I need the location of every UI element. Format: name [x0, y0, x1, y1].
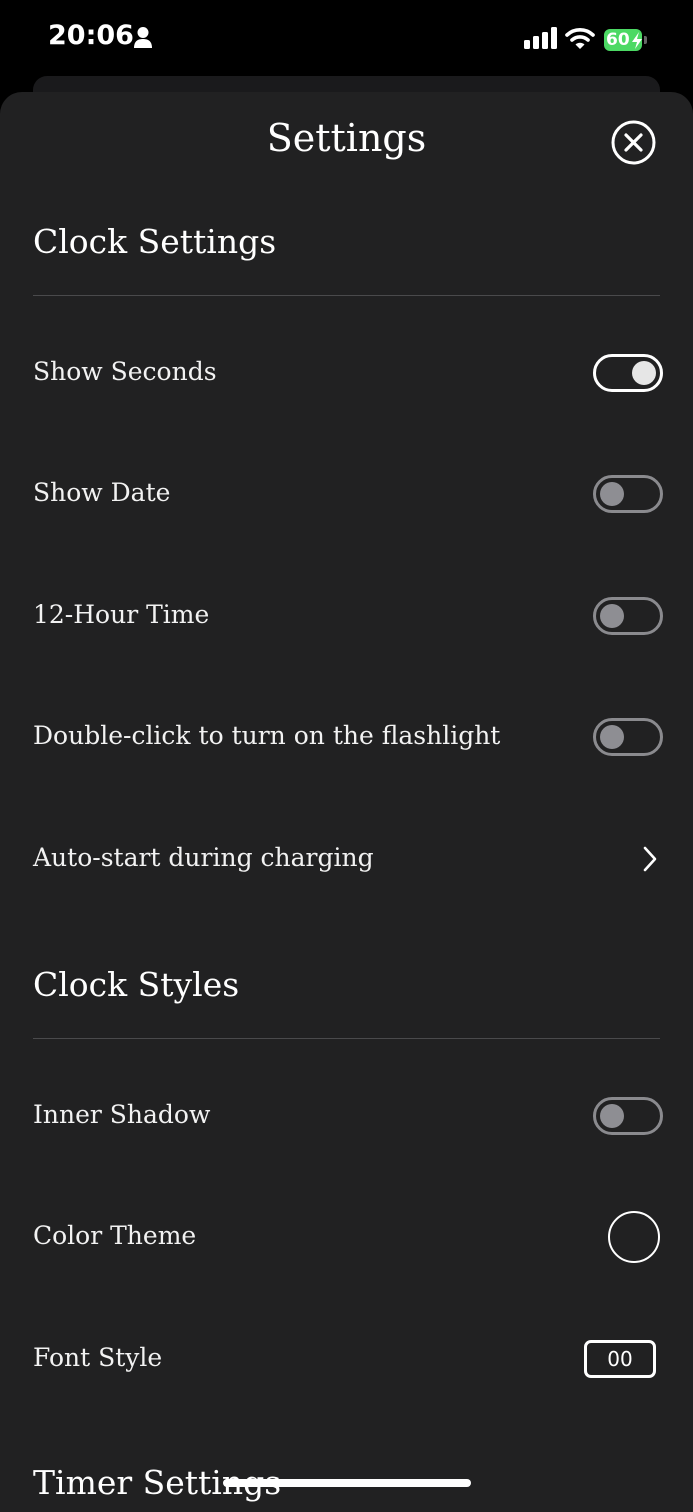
flashlight-toggle[interactable]: [593, 718, 663, 756]
flashlight-label: Double-click to turn on the flashlight: [33, 721, 501, 750]
signal-icon: [524, 27, 558, 53]
inner-shadow-label: Inner Shadow: [33, 1100, 211, 1129]
battery-charging-icon: 60: [604, 29, 647, 53]
color-theme-swatch[interactable]: [608, 1211, 660, 1263]
close-button[interactable]: [611, 120, 656, 165]
font-style-button[interactable]: 00: [584, 1340, 656, 1378]
section-header-clock-styles: Clock Styles: [33, 965, 240, 1004]
twelve-hour-time-label: 12-Hour Time: [33, 600, 210, 629]
font-style-label: Font Style: [33, 1343, 163, 1372]
page-title: Settings: [266, 116, 427, 160]
divider: [33, 295, 660, 296]
home-indicator: [223, 1479, 471, 1487]
show-date-toggle[interactable]: [593, 475, 663, 513]
bolt-icon: [631, 32, 643, 53]
auto-start-label[interactable]: Auto-start during charging: [33, 843, 374, 872]
twelve-hour-time-toggle[interactable]: [593, 597, 663, 635]
status-time: 20:06: [48, 20, 134, 51]
chevron-right-icon[interactable]: [641, 845, 659, 877]
settings-sheet: [0, 92, 693, 1512]
show-seconds-toggle[interactable]: [593, 354, 663, 392]
divider: [33, 1038, 660, 1039]
status-bar: 20:06 60: [0, 0, 693, 80]
show-seconds-label: Show Seconds: [33, 357, 217, 386]
person-icon: [133, 26, 153, 54]
color-theme-label: Color Theme: [33, 1221, 197, 1250]
inner-shadow-toggle[interactable]: [593, 1097, 663, 1135]
close-circle-icon: [611, 120, 656, 165]
section-header-clock-settings: Clock Settings: [33, 222, 277, 261]
show-date-label: Show Date: [33, 478, 171, 507]
wifi-icon: [565, 26, 595, 54]
